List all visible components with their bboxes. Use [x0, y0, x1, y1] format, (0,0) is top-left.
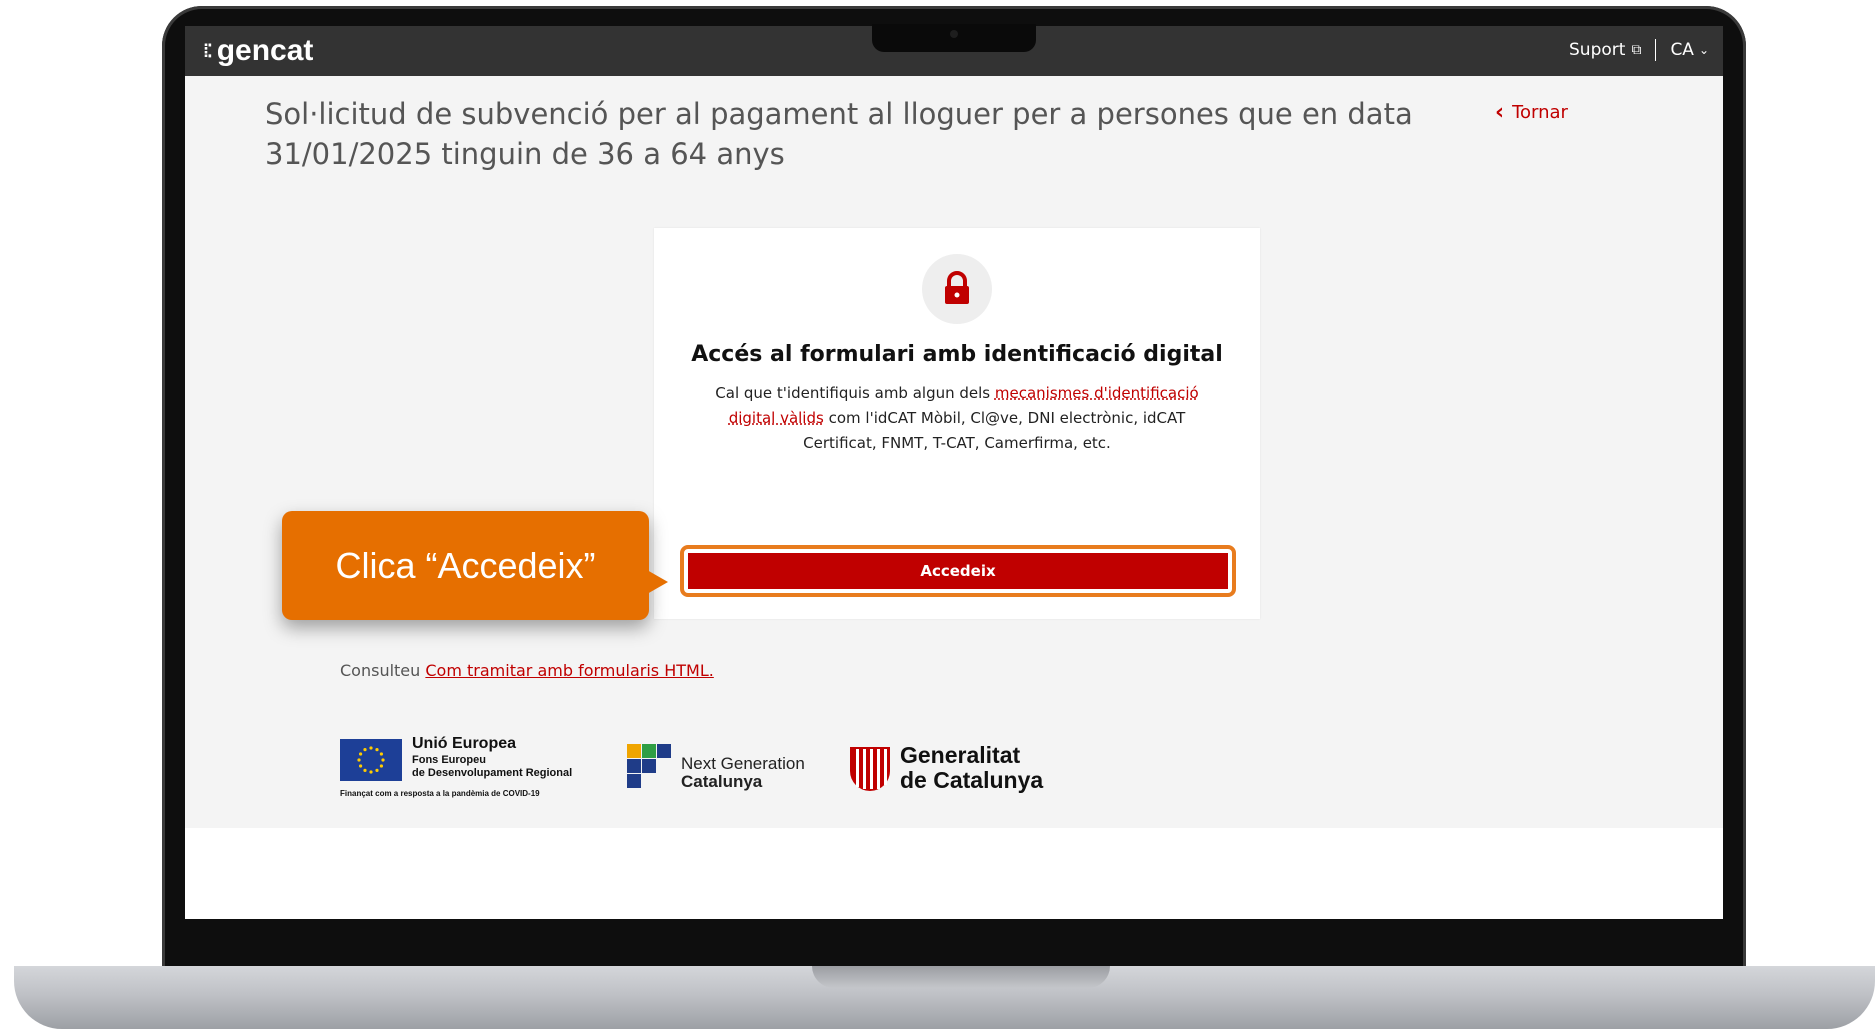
laptop-base-notch	[812, 966, 1110, 988]
login-card: Accés al formulari amb identificació dig…	[654, 228, 1260, 619]
desc-text-2: com l'idCAT Mòbil, Cl@ve, DNI electrònic…	[803, 409, 1186, 452]
page-footer	[185, 828, 1723, 919]
html-forms-help-link[interactable]: Com tramitar amb formularis HTML.	[425, 661, 713, 680]
gen-line1: Generalitat	[900, 742, 1021, 768]
page-title: Sol·licitud de subvenció per al pagament…	[265, 97, 1413, 171]
screen: ⁞⁚ gencat Suport ⧉ CA ⌄ Sol·licitud de s…	[185, 26, 1723, 919]
eu-subtitle-line2: de Desenvolupament Regional	[412, 767, 573, 779]
top-bar-links: Suport ⧉ CA ⌄	[1569, 39, 1709, 61]
lock-icon	[922, 254, 992, 324]
callout-text: Clica “Accedeix”	[335, 545, 596, 586]
support-link[interactable]: Suport	[1569, 40, 1625, 60]
external-link-icon: ⧉	[1631, 42, 1642, 58]
back-link[interactable]: ‹ Tornar	[1495, 100, 1568, 125]
card-title: Accés al formulari amb identificació dig…	[691, 342, 1223, 367]
eu-title: Unió Europea	[412, 735, 517, 752]
callout-pointer	[640, 566, 668, 598]
chevron-down-icon[interactable]: ⌄	[1699, 43, 1709, 57]
next-generation-logo: Next Generation Catalunya	[627, 744, 805, 795]
language-selector[interactable]: CA	[1670, 40, 1694, 60]
eu-flag-icon	[340, 739, 402, 781]
consult-text: Consulteu Com tramitar amb formularis HT…	[340, 661, 714, 680]
eu-subtitle-line1: Fons Europeu	[412, 754, 486, 766]
laptop-base	[14, 966, 1875, 1029]
desc-text-1: Cal que t'identifiquis amb algun dels	[715, 384, 995, 402]
eu-footnote: Finançat com a resposta a la pandèmia de…	[340, 789, 540, 798]
brand-text: gencat	[216, 34, 314, 67]
main-content: Sol·licitud de subvenció per al pagament…	[185, 76, 1723, 828]
consult-prefix: Consulteu	[340, 661, 426, 680]
divider	[1655, 39, 1657, 61]
gencat-logo[interactable]: ⁞⁚ gencat	[203, 34, 313, 68]
camera-notch	[872, 24, 1036, 52]
eu-subtitle: Fons Europeu de Desenvolupament Regional	[412, 754, 572, 780]
camera-dot	[950, 30, 958, 38]
generalitat-text: Generalitat de Catalunya	[900, 743, 1043, 793]
ng-line1: Next Generation	[681, 754, 805, 773]
access-button-highlight: Accedeix	[680, 545, 1236, 597]
instruction-callout: Clica “Accedeix”	[282, 511, 649, 620]
ng-line2: Catalunya	[681, 772, 763, 791]
access-button[interactable]: Accedeix	[688, 553, 1228, 589]
next-generation-squares-icon	[627, 744, 671, 788]
generalitat-logo: Generalitat de Catalunya	[848, 743, 1043, 798]
gencat-mark-icon: ⁞⁚	[203, 40, 213, 61]
card-description: Cal que t'identifiquis amb algun dels me…	[696, 381, 1218, 456]
chevron-left-icon: ‹	[1495, 100, 1505, 125]
generalitat-emblem-icon	[850, 747, 890, 791]
gen-line2: de Catalunya	[900, 767, 1044, 793]
back-label: Tornar	[1512, 102, 1568, 123]
